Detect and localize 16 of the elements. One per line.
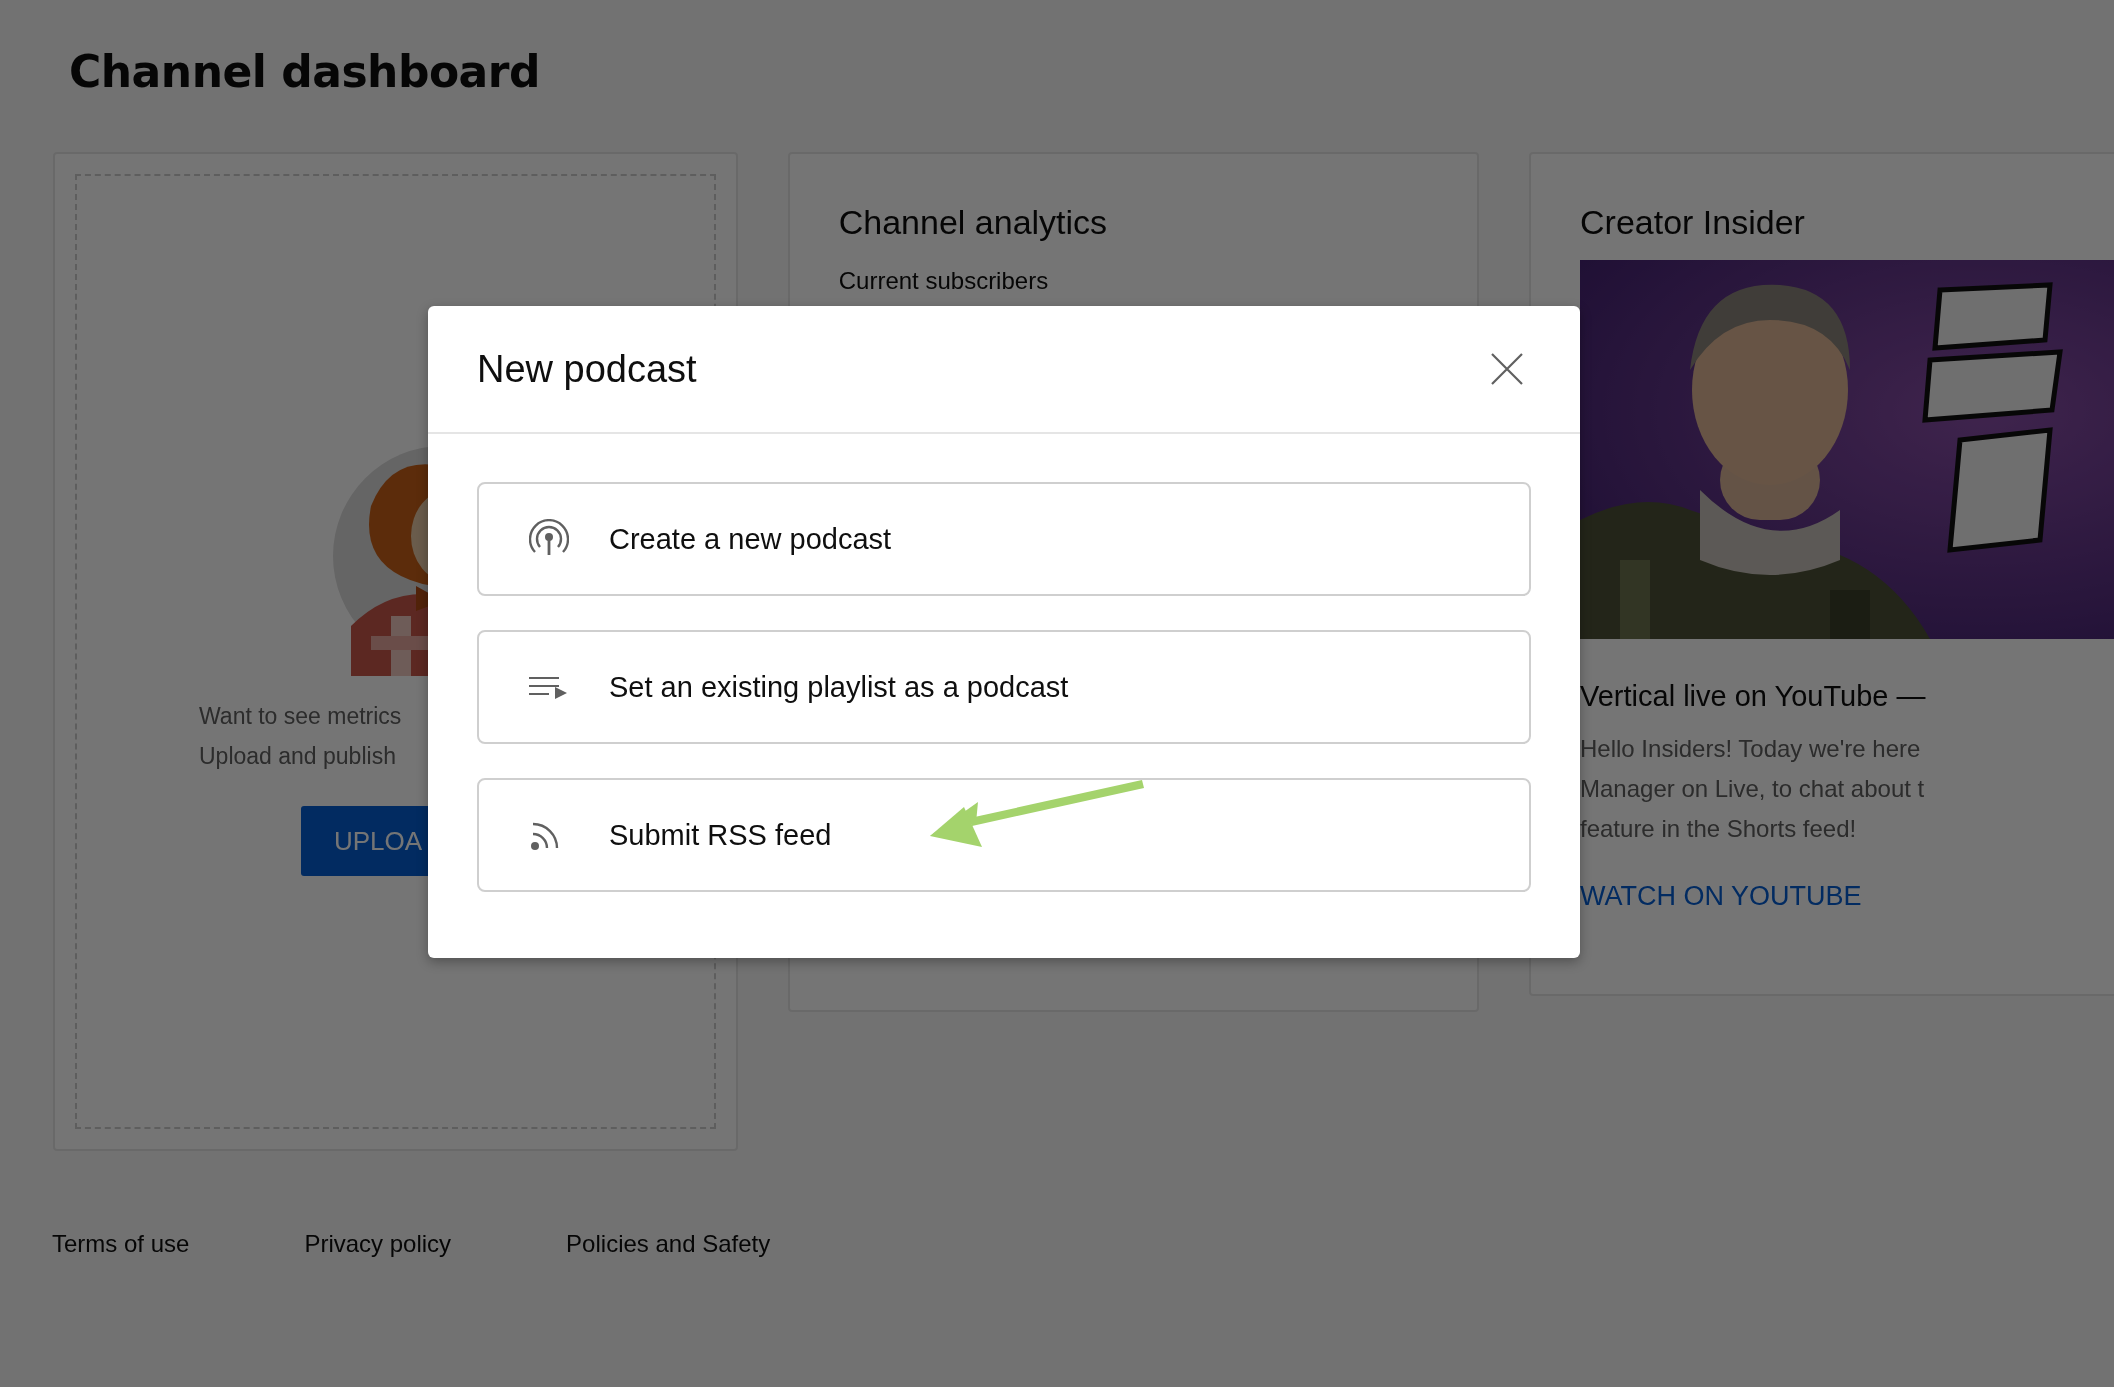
card-title: Creator Insider xyxy=(1580,202,1806,243)
podcast-option[interactable]: Set an existing playlist as a podcast xyxy=(477,630,1531,744)
subscribers-label: Current subscribers xyxy=(838,266,1050,296)
close-icon[interactable] xyxy=(1490,352,1524,386)
video-description: Hello Insiders! Today we're here Manager on Live, to chat about t feature in the Shorts feed! xyxy=(1580,734,1926,844)
podcast-option[interactable]: Create a new podcast xyxy=(477,482,1531,596)
card-title: Channel analytics xyxy=(838,202,1109,243)
watch-link[interactable]: WATCH ON YOUTUBE xyxy=(1580,879,1862,913)
podcast-option[interactable]: Submit RSS feed xyxy=(477,778,1531,892)
footer-link[interactable]: Policies and Safety xyxy=(566,1229,771,1259)
dialog-title: New podcast xyxy=(477,347,697,391)
video-title: Vertical live on YouTube — xyxy=(1580,679,1927,714)
footer-link[interactable]: Privacy policy xyxy=(304,1229,452,1259)
upload-message: Want to see metrics Upload and publish xyxy=(199,702,402,771)
page-title: Channel dashboard xyxy=(68,45,541,99)
footer-link[interactable]: Terms of use xyxy=(52,1229,190,1259)
